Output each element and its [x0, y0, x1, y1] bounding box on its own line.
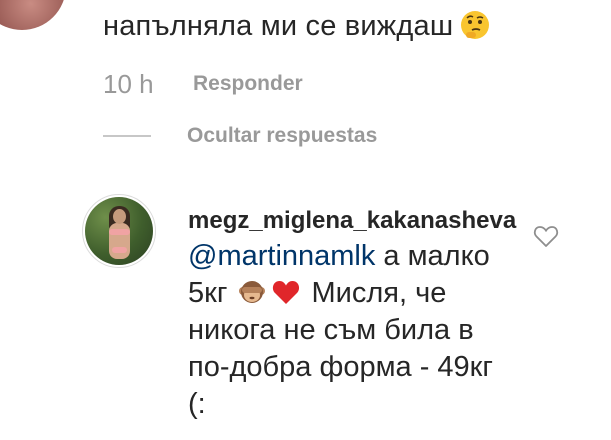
comment-body: напълняла ми се виждаш [103, 10, 454, 42]
timestamp: 10 h [103, 68, 154, 99]
reply-text-1: а малко [375, 240, 490, 272]
see-no-evil-monkey-emoji-icon [239, 281, 266, 303]
hide-replies-row[interactable]: Ocultar respuestas [103, 120, 377, 152]
avatar-photo [85, 197, 153, 265]
reply-line-4: по-добра форма - 49кг [188, 351, 493, 383]
reply-line-3: никога не съм била в [188, 314, 474, 346]
reply-line-5: (: [188, 388, 206, 420]
reply-username[interactable]: megz_miglena_kakanasheva [188, 204, 548, 238]
reply-text-3: Мисля, че [303, 277, 447, 309]
comment-meta: 10 h Responder [103, 67, 303, 101]
reply-comment: megz_miglena_kakanasheva @martinnamlk а … [188, 204, 548, 423]
reply-button[interactable]: Responder [193, 72, 303, 96]
thread-divider [103, 135, 151, 137]
comment-text: напълняла ми се виждаш [103, 6, 491, 46]
mention-link[interactable]: @martinnamlk [188, 240, 375, 272]
thinking-face-emoji-icon [461, 11, 490, 39]
reply-text-2: 5кг [188, 277, 236, 309]
hide-replies-button[interactable]: Ocultar respuestas [187, 124, 377, 148]
reply-avatar[interactable] [82, 194, 156, 268]
heart-outline-icon[interactable] [533, 223, 559, 249]
commenter-avatar[interactable] [0, 0, 66, 30]
red-heart-emoji-icon [273, 281, 300, 304]
